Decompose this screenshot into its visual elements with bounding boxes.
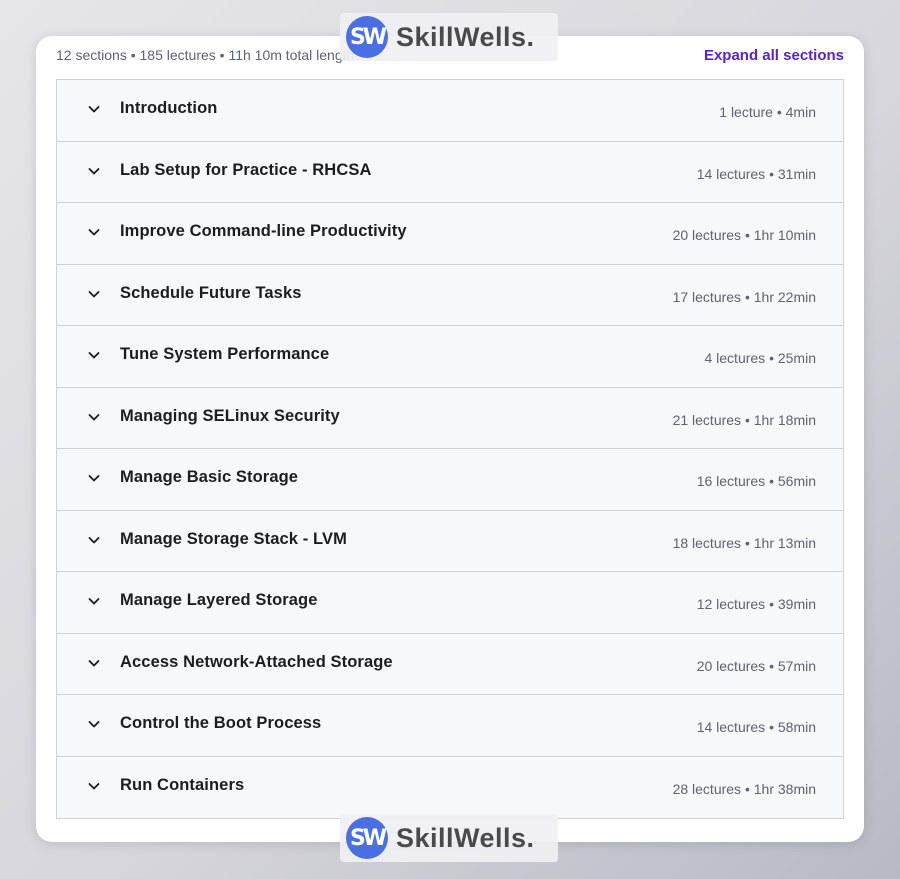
section-meta: 12 lectures • 39min <box>696 596 816 613</box>
section-title: Control the Boot Process <box>120 714 322 733</box>
section-meta: 1 lecture • 4min <box>719 104 816 121</box>
section-meta: 17 lectures • 1hr 22min <box>672 288 816 305</box>
watermark-logo-icon: SW <box>346 817 388 859</box>
section-row[interactable]: Manage Storage Stack - LVM 18 lectures •… <box>57 510 843 572</box>
section-meta: 14 lectures • 58min <box>696 719 816 736</box>
section-title: Manage Basic Storage <box>120 468 299 487</box>
section-meta: 4 lectures • 25min <box>704 350 816 367</box>
section-title: Improve Command-line Productivity <box>120 222 407 241</box>
section-row[interactable]: Managing SELinux Security 21 lectures • … <box>57 387 843 449</box>
section-meta: 21 lectures • 1hr 18min <box>672 411 816 428</box>
chevron-down-icon <box>88 167 100 175</box>
chevron-down-icon <box>88 413 100 421</box>
chevron-down-icon <box>88 721 100 728</box>
section-meta: 14 lectures • 31min <box>696 165 816 182</box>
section-title: Introduction <box>120 99 218 118</box>
watermark-logo-icon: SW <box>346 16 388 58</box>
watermark-brand: SkillWells. <box>396 21 535 52</box>
curriculum-card: 12 sections • 185 lectures • 11h 10m tot… <box>36 36 864 842</box>
watermark-top: SW SkillWells. <box>340 13 558 61</box>
section-row[interactable]: Access Network-Attached Storage 20 lectu… <box>57 633 843 695</box>
section-title: Run Containers <box>120 776 245 795</box>
expand-all-sections-button[interactable]: Expand all sections <box>704 47 844 64</box>
chevron-down-icon <box>88 536 100 544</box>
section-list: Introduction 1 lecture • 4min Lab Setup … <box>56 79 844 819</box>
section-row[interactable]: Improve Command-line Productivity 20 lec… <box>57 203 843 265</box>
section-row[interactable]: Run Containers 28 lectures • 1hr 38min <box>57 756 843 818</box>
chevron-down-icon <box>88 475 100 482</box>
section-row[interactable]: Control the Boot Process 14 lectures • 5… <box>57 695 843 757</box>
section-title: Manage Layered Storage <box>120 591 318 610</box>
section-meta: 16 lectures • 56min <box>696 473 816 490</box>
section-meta: 28 lectures • 1hr 38min <box>672 781 816 798</box>
section-meta: 20 lectures • 1hr 10min <box>672 227 816 244</box>
section-row[interactable]: Tune System Performance 4 lectures • 25m… <box>57 326 843 388</box>
chevron-down-icon <box>88 659 100 667</box>
section-meta: 20 lectures • 57min <box>696 657 816 674</box>
watermark-bottom: SW SkillWells. <box>340 814 558 862</box>
section-title: Access Network-Attached Storage <box>120 652 393 671</box>
section-row[interactable]: Manage Basic Storage 16 lectures • 56min <box>57 449 843 511</box>
section-meta: 18 lectures • 1hr 13min <box>672 534 816 551</box>
section-title: Managing SELinux Security <box>120 406 340 425</box>
chevron-down-icon <box>88 290 100 298</box>
section-row[interactable]: Schedule Future Tasks 17 lectures • 1hr … <box>57 264 843 326</box>
section-row[interactable]: Manage Layered Storage 12 lectures • 39m… <box>57 572 843 634</box>
section-row[interactable]: Introduction 1 lecture • 4min <box>57 80 843 142</box>
chevron-down-icon <box>88 229 100 236</box>
curriculum-summary: 12 sections • 185 lectures • 11h 10m tot… <box>56 47 355 63</box>
section-title: Tune System Performance <box>120 345 330 364</box>
section-title: Manage Storage Stack - LVM <box>120 529 347 548</box>
chevron-down-icon <box>88 106 100 113</box>
section-title: Schedule Future Tasks <box>120 283 302 302</box>
section-row[interactable]: Lab Setup for Practice - RHCSA 14 lectur… <box>57 141 843 203</box>
chevron-down-icon <box>88 352 100 359</box>
section-title: Lab Setup for Practice - RHCSA <box>120 160 372 179</box>
chevron-down-icon <box>88 598 100 605</box>
watermark-brand: SkillWells. <box>396 822 535 853</box>
chevron-down-icon <box>88 783 100 790</box>
